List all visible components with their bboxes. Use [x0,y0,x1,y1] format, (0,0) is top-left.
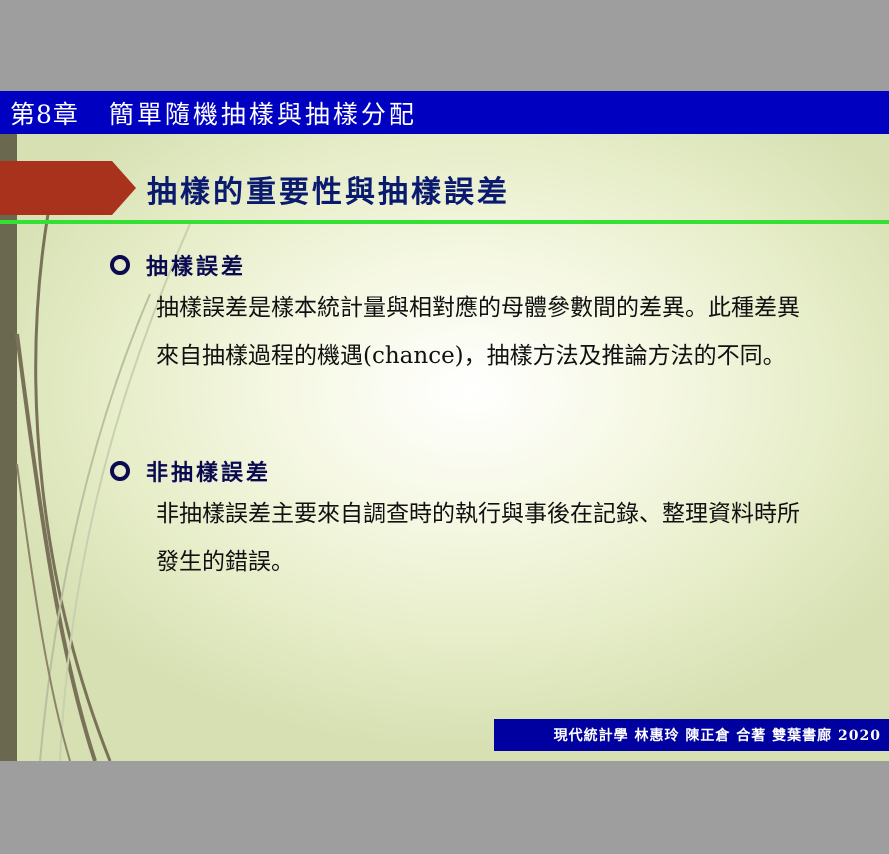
slide: 第8章 簡單隨機抽樣與抽樣分配 抽樣的重要性與抽樣誤差 抽樣誤差 抽樣誤差是樣本… [0,91,889,761]
chapter-header-bar: 第8章 簡單隨機抽樣與抽樣分配 [0,91,889,134]
footer-text: 現代統計學 林惠玲 陳正倉 合著 雙葉書廊 2020 [553,728,881,744]
section-arrow-shape [0,161,136,215]
decorative-curves [15,213,191,761]
section-title: 抽樣的重要性與抽樣誤差 [147,175,510,210]
chapter-title: 簡單隨機抽樣與抽樣分配 [108,99,417,129]
bullet-body: 非抽樣誤差主要來自調查時的執行與事後在記錄、整理資料時所發生的錯誤。 [156,501,800,575]
divider-line [0,220,889,224]
bullet-body: 抽樣誤差是樣本統計量與相對應的母體參數間的差異。此種差異來自抽樣過程的機遇(ch… [156,295,800,369]
chapter-number: 第8章 [10,99,79,129]
bullet-circle-icon [110,255,130,275]
bullet-heading: 抽樣誤差 [146,254,247,280]
bullet-item-1: 抽樣誤差 [110,249,246,281]
bullet-circle-icon [110,461,130,481]
footer-credit: 現代統計學 林惠玲 陳正倉 合著 雙葉書廊 2020 [494,719,889,751]
bullet-item-2: 非抽樣誤差 [110,455,271,487]
bullet-heading: 非抽樣誤差 [146,460,272,486]
